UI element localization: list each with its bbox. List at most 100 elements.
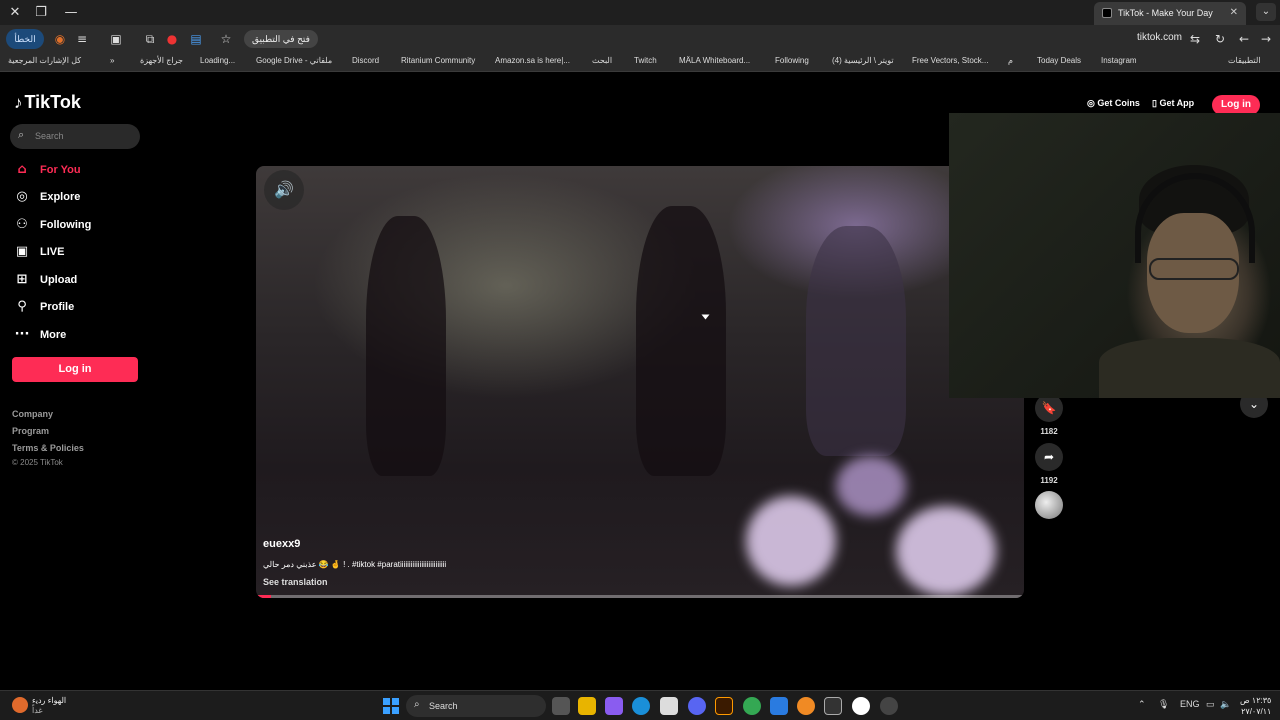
mouse-cursor-icon xyxy=(701,314,710,320)
network-icon[interactable]: ▭ xyxy=(1206,699,1215,710)
extension-icon[interactable]: ◉ xyxy=(52,31,68,47)
minimize-window-icon[interactable]: — xyxy=(62,4,80,22)
profile-icon: ⚲ xyxy=(17,299,27,314)
bookmark-star-icon[interactable]: ☆ xyxy=(218,31,234,47)
bookmark-item[interactable]: (4) تويتر \ الرئيسية xyxy=(832,56,894,65)
url-text[interactable]: tiktok.com xyxy=(1137,32,1182,43)
bookmark-all[interactable]: كل الإشارات المرجعية xyxy=(8,56,81,65)
browser-tab[interactable]: ✕ TikTok - Make Your Day xyxy=(1094,2,1246,25)
browser-titlebar: ✕ ❐ — + ✕ TikTok - Make Your Day ⌄ xyxy=(0,0,1280,25)
taskbar-search[interactable]: ⌕ Search xyxy=(406,695,546,717)
user-follow-icon: ⚇ xyxy=(16,217,28,232)
chrome-icon[interactable] xyxy=(743,697,761,715)
sidebar-login-button[interactable]: Log in xyxy=(12,357,138,382)
illustrator-icon[interactable] xyxy=(715,697,733,715)
bookmark-item[interactable]: جراج الأجهزة xyxy=(140,56,183,65)
see-translation-link[interactable]: See translation xyxy=(263,577,328,587)
bookmark-item[interactable]: Google Drive - ملفاتي xyxy=(256,56,332,65)
browser-toolbar: الخطأ ◉ ≡ ▣ ⧉ ● ▤ ☆ فتح في التطبيق tikto… xyxy=(0,25,1280,53)
nav-upload[interactable]: ⊞ Upload xyxy=(14,271,134,291)
volume-icon[interactable]: 🔊 xyxy=(264,170,304,210)
video-frame-figure xyxy=(806,226,906,456)
address-bar[interactable]: فتح في التطبيق tiktok.com xyxy=(240,28,1280,50)
bookmark-item[interactable]: البحث xyxy=(592,56,612,65)
bookmark-item[interactable]: Ritanium Community xyxy=(401,56,475,65)
search-icon: ⌕ xyxy=(18,129,25,141)
footer-company-link[interactable]: Company xyxy=(12,409,53,419)
file-explorer-icon[interactable] xyxy=(578,697,596,715)
video-caption: عذبني دمر حالي 😂 🤞 ! . #tiktok #paratiii… xyxy=(263,560,447,569)
footer-program-link[interactable]: Program xyxy=(12,426,49,436)
video-progress-bar[interactable] xyxy=(256,595,1024,598)
bookmark-overflow-icon[interactable]: » xyxy=(110,56,114,65)
store-icon[interactable] xyxy=(660,697,678,715)
microphone-icon[interactable]: 🎙 xyxy=(1158,699,1169,710)
home-icon: ⌂ xyxy=(17,162,27,177)
start-windows-icon[interactable] xyxy=(383,698,399,714)
forward-icon[interactable]: ← xyxy=(1236,31,1252,47)
video-player[interactable]: 🔊 euexx9 عذبني دمر حالي 😂 🤞 ! . #tiktok … xyxy=(256,166,1024,598)
search-icon: ⌕ xyxy=(414,699,420,710)
live-tv-icon: ▣ xyxy=(15,244,29,259)
plus-square-icon: ⊞ xyxy=(16,272,28,287)
adblock-icon[interactable]: ● xyxy=(164,31,180,47)
bookmark-item[interactable]: Following xyxy=(775,56,809,65)
get-coins-button[interactable]: ◎ Get Coins xyxy=(1087,98,1140,109)
bookmark-item[interactable]: Amazon.sa is here|... xyxy=(495,56,570,65)
copilot-icon[interactable] xyxy=(605,697,623,715)
bookmark-icon[interactable]: 🔖 xyxy=(1035,394,1063,422)
video-author[interactable]: euexx9 xyxy=(263,538,300,550)
discord-icon[interactable] xyxy=(688,697,706,715)
tiktok-logo[interactable]: ♪ TikTok xyxy=(14,92,81,113)
screenshot-icon[interactable]: ▣ xyxy=(108,31,124,47)
search-input[interactable]: ⌕ Search xyxy=(10,124,140,149)
language-indicator[interactable]: ENG xyxy=(1180,699,1200,709)
reading-list-icon[interactable]: ≡ xyxy=(74,31,90,47)
bookmark-item[interactable]: Free Vectors, Stock... xyxy=(912,56,988,65)
close-window-icon[interactable]: ✕ xyxy=(6,4,24,22)
restore-window-icon[interactable]: ❐ xyxy=(32,4,50,22)
task-view-icon[interactable] xyxy=(552,697,570,715)
extensions-puzzle-icon[interactable]: ⧉ xyxy=(142,31,158,47)
video-frame-figure xyxy=(366,216,446,476)
nav-profile[interactable]: ⚲ Profile xyxy=(14,298,134,318)
translate-icon[interactable]: ▤ xyxy=(188,31,204,47)
reload-icon[interactable]: ↻ xyxy=(1212,31,1228,47)
system-clock[interactable]: ١٢:٣٥ ص ٢٧/٠٧/١١ xyxy=(1240,695,1271,717)
back-icon[interactable]: → xyxy=(1258,31,1274,47)
video-progress-fill xyxy=(256,595,272,598)
bookmark-item[interactable]: Instagram xyxy=(1101,56,1137,65)
bookmark-item[interactable]: التطبيقات xyxy=(1228,56,1260,65)
bookmark-item[interactable]: Today Deals xyxy=(1037,56,1081,65)
nav-for-you[interactable]: ⌂ For You xyxy=(14,161,134,181)
blender-icon[interactable] xyxy=(797,697,815,715)
open-in-app-button[interactable]: فتح في التطبيق xyxy=(244,30,318,48)
footer-terms-link[interactable]: Terms & Policies xyxy=(12,443,84,453)
share-icon[interactable]: ➦ xyxy=(1035,443,1063,471)
site-settings-icon[interactable]: ⇆ xyxy=(1187,31,1203,47)
get-app-button[interactable]: ▯ Get App xyxy=(1152,98,1194,109)
nav-following[interactable]: ⚇ Following xyxy=(14,216,134,236)
video-frame-light xyxy=(836,456,906,516)
nav-more[interactable]: ··· More xyxy=(14,326,134,346)
edge-icon[interactable] xyxy=(632,697,650,715)
tray-overflow-icon[interactable]: ⌃ xyxy=(1138,699,1146,710)
error-button[interactable]: الخطأ xyxy=(6,29,44,49)
mail-icon[interactable] xyxy=(770,697,788,715)
bookmark-item[interactable]: م xyxy=(1008,56,1013,65)
tab-close-icon[interactable]: ✕ xyxy=(1230,7,1238,18)
obs-icon[interactable] xyxy=(880,697,898,715)
header-login-button[interactable]: Log in xyxy=(1212,95,1260,115)
video-frame-light xyxy=(896,506,996,596)
nav-live[interactable]: ▣ LIVE xyxy=(14,243,134,263)
bookmark-item[interactable]: Discord xyxy=(352,56,379,65)
speaker-icon[interactable]: 🔈 xyxy=(1220,699,1231,710)
sound-avatar[interactable] xyxy=(1035,491,1063,519)
nav-explore[interactable]: ◎ Explore xyxy=(14,188,134,208)
app-icon[interactable] xyxy=(852,697,870,715)
bookmark-item[interactable]: Loading... xyxy=(200,56,235,65)
tab-search-chevron-icon[interactable]: ⌄ xyxy=(1256,3,1276,21)
bookmark-item[interactable]: Twitch xyxy=(634,56,657,65)
bookmark-item[interactable]: MÄLA Whiteboard... xyxy=(679,56,750,65)
calendar-icon[interactable] xyxy=(824,697,842,715)
